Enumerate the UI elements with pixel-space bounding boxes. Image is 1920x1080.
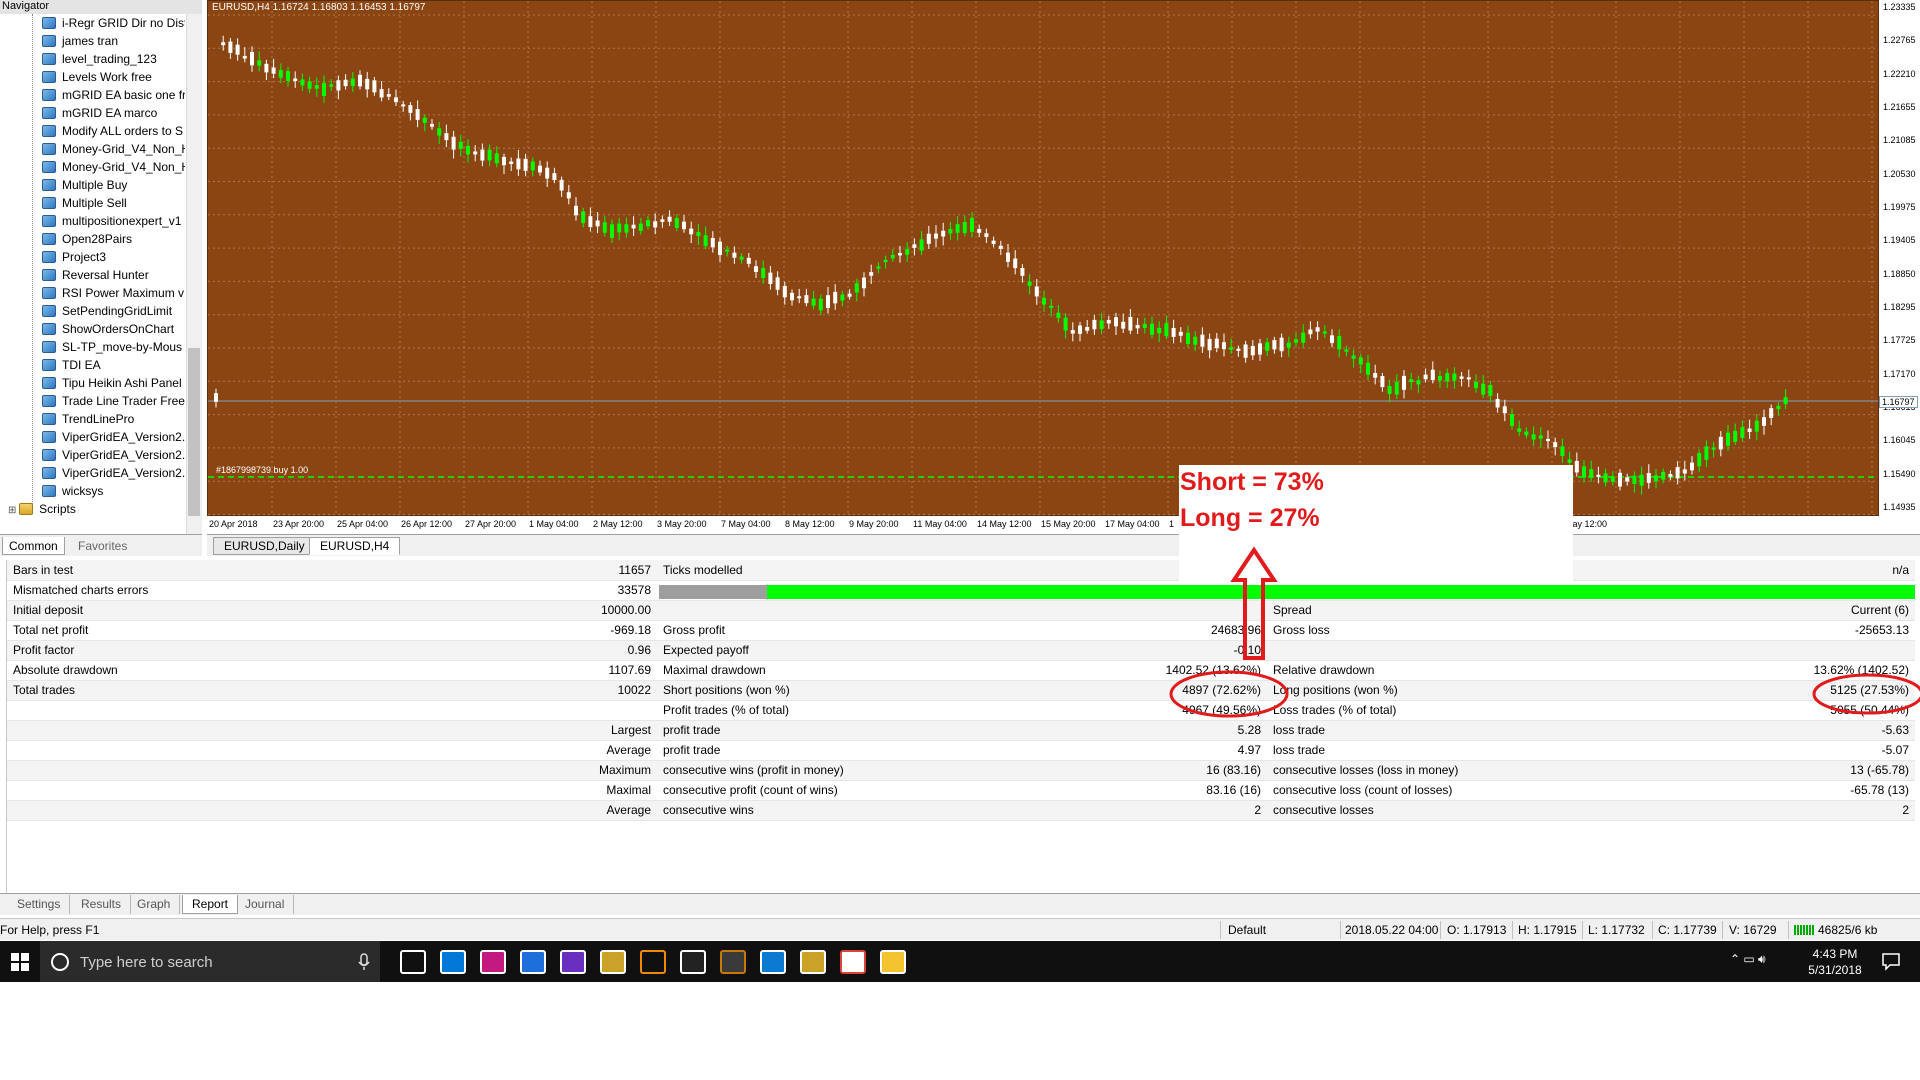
windows-start-icon[interactable] [0, 941, 40, 982]
tab-journal[interactable]: Journal [236, 895, 295, 914]
status-close: C: 1.17739 [1658, 923, 1717, 937]
clock-date[interactable]: 5/31/2018 [1800, 963, 1870, 977]
store-icon[interactable] [440, 950, 466, 974]
annotation-marks [1169, 546, 1920, 718]
app-icon[interactable] [800, 950, 826, 974]
search-placeholder[interactable]: Type here to search [80, 954, 213, 971]
status-datetime: 2018.05.22 04:00 [1345, 923, 1439, 937]
tab-settings[interactable]: Settings [8, 895, 71, 914]
search-icon [51, 953, 69, 971]
tray-icons[interactable]: ⌃ ▭ 🔊︎ [1730, 952, 1766, 967]
jetbrains-icon[interactable] [480, 950, 506, 974]
status-low: L: 1.17732 [1588, 923, 1645, 937]
profile-name: Default [1228, 923, 1267, 937]
clock-time[interactable]: 4:43 PM [1800, 946, 1870, 962]
app-icon[interactable] [600, 950, 626, 974]
visual-studio-icon[interactable] [560, 950, 586, 974]
tab-report[interactable]: Report [182, 895, 239, 914]
vscode-icon[interactable] [760, 950, 786, 974]
notifications-icon[interactable] [1880, 950, 1902, 972]
vlc-icon[interactable] [640, 950, 666, 974]
app-icon[interactable] [720, 950, 746, 974]
connection-icon [1794, 923, 1814, 937]
epic-games-icon[interactable] [680, 950, 706, 974]
maps-icon[interactable] [520, 950, 546, 974]
status-traffic: 46825/6 kb [1818, 923, 1878, 937]
microphone-icon[interactable] [354, 941, 374, 982]
long-ellipse [1812, 673, 1920, 715]
tab-graph[interactable]: Graph [128, 895, 181, 914]
task-view-icon[interactable] [400, 950, 426, 974]
help-text: For Help, press F1 [0, 923, 100, 937]
status-volume: V: 16729 [1729, 923, 1777, 937]
status-bar: For Help, press F1 Default 2018.05.22 04… [0, 918, 1920, 940]
tester-tabs: Settings Results Graph Report Journal [0, 893, 1920, 915]
chrome-icon[interactable] [840, 950, 866, 974]
annotation-arrow [1230, 546, 1278, 660]
status-open: O: 1.17913 [1447, 923, 1507, 937]
tab-results[interactable]: Results [72, 895, 132, 914]
short-ellipse [1169, 670, 1289, 718]
file-explorer-icon[interactable] [880, 950, 906, 974]
status-high: H: 1.17915 [1518, 923, 1577, 937]
